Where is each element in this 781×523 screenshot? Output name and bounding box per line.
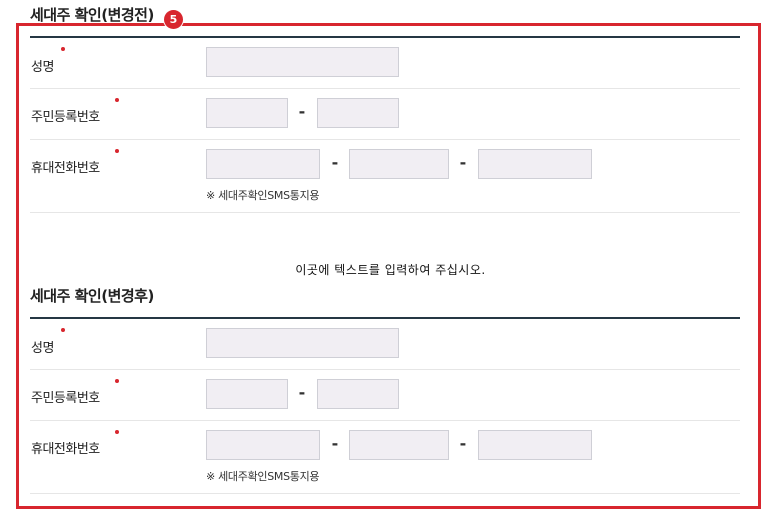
sms-notice-after: ※ 세대주확인SMS통지용 [206, 470, 320, 483]
phone-label-before: 휴대전화번호 [31, 161, 100, 176]
name-input-before[interactable] [206, 47, 399, 77]
section-title-after: 세대주 확인(변경후) [30, 287, 154, 305]
required-dot-icon [61, 47, 65, 51]
rrn-label-before: 주민등록번호 [31, 110, 100, 125]
row-divider [30, 369, 740, 370]
phone-dash: - [459, 153, 467, 172]
row-divider [30, 88, 740, 89]
phone-part3-input-before[interactable] [478, 149, 592, 179]
rrn-back-input-after[interactable] [317, 379, 399, 409]
row-divider [30, 493, 740, 494]
phone-dash: - [331, 153, 339, 172]
required-dot-icon [115, 98, 119, 102]
section-title-before: 세대주 확인(변경전) [30, 6, 154, 24]
row-divider [30, 420, 740, 421]
phone-dash: - [331, 434, 339, 453]
row-divider [30, 139, 740, 140]
rrn-dash: - [298, 383, 306, 402]
row-divider [30, 212, 740, 213]
center-instruction-text: 이곳에 텍스트를 입력하여 주십시오. [295, 263, 486, 277]
rrn-dash: - [298, 102, 306, 121]
rrn-back-input-before[interactable] [317, 98, 399, 128]
rrn-front-input-after[interactable] [206, 379, 288, 409]
phone-part1-input-after[interactable] [206, 430, 320, 460]
phone-part2-input-before[interactable] [349, 149, 449, 179]
name-label-before: 성명 [31, 60, 54, 75]
rrn-label-after: 주민등록번호 [31, 391, 100, 406]
section-divider-after [30, 317, 740, 319]
phone-dash: - [459, 434, 467, 453]
required-dot-icon [115, 430, 119, 434]
required-dot-icon [115, 149, 119, 153]
phone-label-after: 휴대전화번호 [31, 442, 100, 457]
section-divider-before [30, 36, 740, 38]
required-dot-icon [115, 379, 119, 383]
step-marker-badge: 5 [164, 10, 183, 29]
required-dot-icon [61, 328, 65, 332]
rrn-front-input-before[interactable] [206, 98, 288, 128]
phone-part2-input-after[interactable] [349, 430, 449, 460]
phone-part3-input-after[interactable] [478, 430, 592, 460]
phone-part1-input-before[interactable] [206, 149, 320, 179]
sms-notice-before: ※ 세대주확인SMS통지용 [206, 189, 320, 202]
name-label-after: 성명 [31, 341, 54, 356]
name-input-after[interactable] [206, 328, 399, 358]
